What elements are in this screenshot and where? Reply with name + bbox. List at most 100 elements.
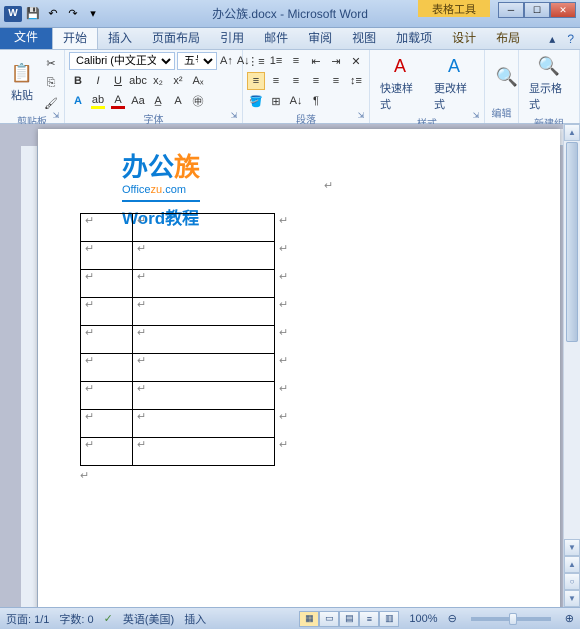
table-cell[interactable]: ↵ xyxy=(81,326,133,354)
sort-icon[interactable]: A↓ xyxy=(287,92,305,110)
superscript-button[interactable]: x² xyxy=(169,72,187,90)
scroll-thumb[interactable] xyxy=(566,142,578,342)
table-cell[interactable]: ↵ xyxy=(133,214,275,242)
italic-button[interactable]: I xyxy=(89,72,107,90)
ribbon-minimize-icon[interactable]: ▴ xyxy=(543,29,561,49)
outline-view-icon[interactable]: ≡ xyxy=(359,611,379,627)
vertical-ruler[interactable] xyxy=(21,146,38,607)
help-icon[interactable]: ? xyxy=(561,29,580,49)
shading-icon[interactable]: 🪣 xyxy=(247,92,265,110)
tab-addins[interactable]: 加载项 xyxy=(386,26,442,49)
borders-icon[interactable]: ⊞ xyxy=(267,92,285,110)
table-cell[interactable]: ↵ xyxy=(133,270,275,298)
zoom-out-button[interactable]: ⊖ xyxy=(448,612,457,625)
underline-button[interactable]: U xyxy=(109,72,127,90)
table-cell[interactable]: ↵ xyxy=(81,438,133,466)
distributed-icon[interactable]: ≡ xyxy=(327,72,345,90)
justify-icon[interactable]: ≡ xyxy=(307,72,325,90)
browse-object-icon[interactable]: ○ xyxy=(564,573,580,590)
scroll-up-icon[interactable]: ▲ xyxy=(564,124,580,141)
redo-icon[interactable]: ↷ xyxy=(64,5,82,23)
maximize-button[interactable]: ☐ xyxy=(524,2,550,18)
strikethrough-button[interactable]: abc xyxy=(129,72,147,90)
tab-page-layout[interactable]: 页面布局 xyxy=(142,26,210,49)
align-center-icon[interactable]: ≡ xyxy=(267,72,285,90)
copy-icon[interactable]: ⎘ xyxy=(42,74,60,92)
qat-customize-icon[interactable]: ▾ xyxy=(84,5,102,23)
minimize-button[interactable]: ─ xyxy=(498,2,524,18)
bullets-icon[interactable]: ⋮≡ xyxy=(247,52,265,70)
increase-indent-icon[interactable]: ⇥ xyxy=(327,52,345,70)
show-hide-marks-icon[interactable]: ¶ xyxy=(307,92,325,110)
font-color-icon[interactable]: A xyxy=(109,92,127,110)
table-cell[interactable]: ↵ xyxy=(81,382,133,410)
show-formatting-button[interactable]: 🔍 显示格式 xyxy=(523,52,575,114)
table-cell[interactable]: ↵ xyxy=(81,298,133,326)
table-cell[interactable]: ↵ xyxy=(81,242,133,270)
zoom-level[interactable]: 100% xyxy=(409,613,437,625)
align-right-icon[interactable]: ≡ xyxy=(287,72,305,90)
grow-font-icon[interactable]: A↑ xyxy=(219,52,234,70)
tab-home[interactable]: 开始 xyxy=(52,25,98,49)
bold-button[interactable]: B xyxy=(69,72,87,90)
table-cell[interactable]: ↵ xyxy=(133,326,275,354)
document-page[interactable]: 办公族 Officezu.com Word教程 ↵ ↵↵↵ ↵↵↵ ↵↵↵ ↵↵… xyxy=(38,129,560,607)
word-count-status[interactable]: 字数: 0 xyxy=(59,611,93,627)
font-launcher-icon[interactable]: ⇲ xyxy=(228,109,240,121)
asian-layout-icon[interactable]: ✕ xyxy=(347,52,365,70)
table-cell[interactable]: ↵ xyxy=(133,354,275,382)
page-number-status[interactable]: 页面: 1/1 xyxy=(6,611,49,627)
insert-mode-status[interactable]: 插入 xyxy=(184,611,206,627)
draft-view-icon[interactable]: ▥ xyxy=(379,611,399,627)
document-table[interactable]: ↵↵↵ ↵↵↵ ↵↵↵ ↵↵↵ ↵↵↵ ↵↵↵ ↵↵↵ ↵↵↵ ↵↵↵ xyxy=(80,213,276,466)
table-cell[interactable]: ↵ xyxy=(81,354,133,382)
highlight-color-icon[interactable]: ab xyxy=(89,92,107,110)
tab-references[interactable]: 引用 xyxy=(210,26,254,49)
print-layout-view-icon[interactable]: ▦ xyxy=(299,611,319,627)
zoom-in-button[interactable]: ⊕ xyxy=(565,612,574,625)
quick-styles-button[interactable]: A 快速样式 xyxy=(374,52,426,114)
styles-launcher-icon[interactable]: ⇲ xyxy=(470,109,482,121)
numbering-icon[interactable]: 1≡ xyxy=(267,52,285,70)
scroll-down-icon[interactable]: ▼ xyxy=(564,539,580,556)
multilevel-list-icon[interactable]: ≡ xyxy=(287,52,305,70)
zoom-slider-thumb[interactable] xyxy=(509,613,517,625)
next-page-icon[interactable]: ▼ xyxy=(564,590,580,607)
full-screen-view-icon[interactable]: ▭ xyxy=(319,611,339,627)
cut-icon[interactable]: ✂ xyxy=(42,54,60,72)
vertical-scrollbar[interactable]: ▲ ▼ ▲ ○ ▼ xyxy=(563,124,580,607)
enclose-characters-icon[interactable]: ㊥ xyxy=(189,92,207,110)
table-cell[interactable]: ↵ xyxy=(133,242,275,270)
character-border-icon[interactable]: A xyxy=(169,92,187,110)
tab-insert[interactable]: 插入 xyxy=(98,26,142,49)
decrease-indent-icon[interactable]: ⇤ xyxy=(307,52,325,70)
font-name-select[interactable]: Calibri (中文正文) xyxy=(69,52,175,70)
paragraph-launcher-icon[interactable]: ⇲ xyxy=(355,109,367,121)
table-cell[interactable]: ↵ xyxy=(133,298,275,326)
subscript-button[interactable]: x₂ xyxy=(149,72,167,90)
language-status[interactable]: 英语(美国) xyxy=(123,611,174,627)
zoom-slider[interactable] xyxy=(471,617,551,621)
table-cell[interactable]: ↵ xyxy=(133,382,275,410)
text-effects-icon[interactable]: A xyxy=(69,92,87,110)
close-button[interactable]: ✕ xyxy=(550,2,576,18)
phonetic-guide-icon[interactable]: Aa xyxy=(129,92,147,110)
save-icon[interactable]: 💾 xyxy=(24,5,42,23)
table-cell[interactable]: ↵ xyxy=(81,410,133,438)
tab-mailings[interactable]: 邮件 xyxy=(254,26,298,49)
change-styles-button[interactable]: A 更改样式 xyxy=(428,52,480,114)
previous-page-icon[interactable]: ▲ xyxy=(564,556,580,573)
tab-table-design[interactable]: 设计 xyxy=(442,26,486,49)
table-cell[interactable]: ↵ xyxy=(81,214,133,242)
font-size-select[interactable]: 五号 xyxy=(177,52,217,70)
spell-check-icon[interactable]: ✓ xyxy=(104,612,113,625)
tab-view[interactable]: 视图 xyxy=(342,26,386,49)
undo-icon[interactable]: ↶ xyxy=(44,5,62,23)
table-cell[interactable]: ↵ xyxy=(81,270,133,298)
align-left-icon[interactable]: ≡ xyxy=(247,72,265,90)
change-case-icon[interactable]: A̲ xyxy=(149,92,167,110)
web-layout-view-icon[interactable]: ▤ xyxy=(339,611,359,627)
line-spacing-icon[interactable]: ↕≡ xyxy=(347,72,365,90)
table-cell[interactable]: ↵ xyxy=(133,410,275,438)
tab-review[interactable]: 审阅 xyxy=(298,26,342,49)
